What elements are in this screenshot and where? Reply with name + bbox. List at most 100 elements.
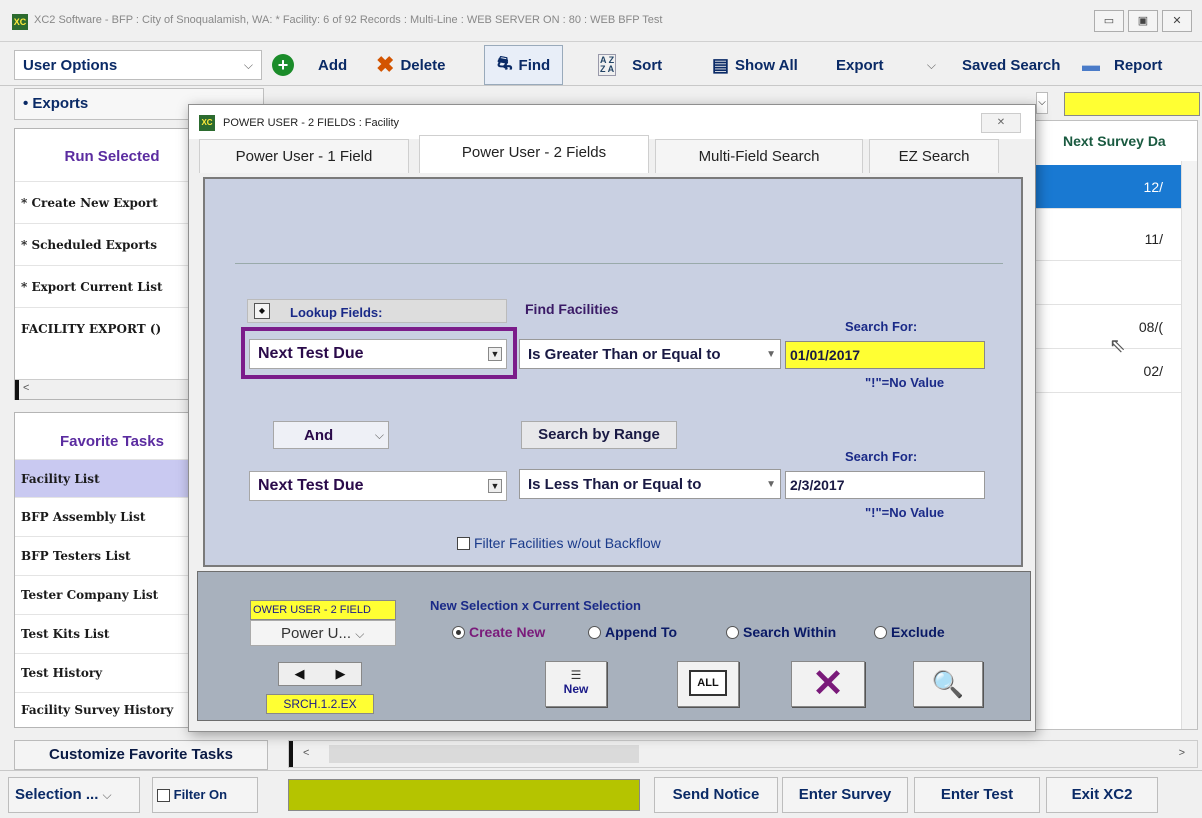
chevron-down-icon: ⌵ [102,788,112,802]
operator2-select[interactable]: Is Less Than or Equal to ▼ [519,469,781,499]
grid-cell[interactable] [1031,261,1181,305]
scroll-right-icon[interactable]: > [1179,747,1185,759]
favorite-item[interactable]: Test Kits List [15,614,209,653]
export-select[interactable]: Export ⌵ [828,50,944,80]
run-selected-button[interactable]: Run Selected [15,129,209,181]
radio-exclude[interactable]: Exclude [874,624,945,640]
horizontal-scrollbar[interactable]: < > [288,740,1198,768]
report-label: Report [1114,56,1163,74]
prev-arrow-icon[interactable]: ◀ [295,666,305,682]
export-item[interactable]: * Create New Export [15,181,209,223]
favorite-item[interactable]: Facility Survey History [15,692,209,727]
scroll-left-icon[interactable]: < [303,747,309,759]
chevron-down-icon[interactable]: ⌵ [1036,92,1048,114]
send-notice-button[interactable]: Send Notice [654,777,778,813]
show-all-button[interactable]: ▤ Show All [712,44,798,86]
tab-power-user-2[interactable]: Power User - 2 Fields [419,135,649,173]
show-all-search-button[interactable]: ALL [677,661,739,707]
tab-multi-field[interactable]: Multi-Field Search [655,139,863,173]
power-user-dialog: POWER USER - 2 FIELDS : Facility XC ✕ Po… [188,104,1036,732]
grid-cell[interactable]: 08/( [1031,305,1181,349]
radio-icon [874,625,887,639]
checkbox-icon [457,536,470,550]
field1-select[interactable]: Next Test Due ▼ [249,339,507,369]
horizontal-scrollbar[interactable]: < [15,379,209,400]
sort-az-icon: A ZZ A [598,54,617,76]
saved-search-button[interactable]: Saved Search [962,44,1060,86]
maximize-button[interactable]: ▣ [1128,10,1158,32]
radio-search-within-label: Search Within [743,624,837,640]
enter-survey-button[interactable]: Enter Survey [782,777,908,813]
lookup-fields-bar: ◆ Lookup Fields: [247,299,507,323]
minimize-button[interactable]: ▭ [1094,10,1124,32]
vertical-scrollbar[interactable] [1181,161,1197,729]
conjunction-select[interactable]: And ⌵ [273,421,389,449]
field2-select[interactable]: Next Test Due ▼ [249,471,507,501]
quick-search-input[interactable] [1064,92,1200,116]
sort-label: Sort [632,56,663,74]
cancel-button[interactable]: ✕ [791,661,865,707]
user-options-select[interactable]: User Options ⌵ [14,50,262,80]
toggle-icon[interactable]: ◆ [254,303,270,319]
exports-panel: Run Selected * Create New Export * Sched… [14,128,210,400]
radio-create-new[interactable]: Create New [452,624,545,640]
favorite-tasks-panel: Favorite Tasks Facility List BFP Assembl… [14,412,210,728]
add-button[interactable]: + Add [272,44,347,86]
divider [235,263,1003,264]
radio-search-within[interactable]: Search Within [726,624,836,640]
favorite-item[interactable]: BFP Assembly List [15,497,209,536]
close-icon[interactable]: ✕ [981,113,1021,133]
enter-test-button[interactable]: Enter Test [914,777,1040,813]
tab-power-user-1[interactable]: Power User - 1 Field [199,139,409,173]
grid-cell[interactable]: 12/ [1031,165,1181,209]
radio-icon [588,625,601,639]
export-item[interactable]: * Scheduled Exports [15,223,209,265]
search-value2-input[interactable]: 2/3/2017 [785,471,985,499]
selection-panel: OWER USER - 2 FIELD Power U... ⌵ ◀ ▶ SRCH… [197,571,1031,721]
tab-ez-search[interactable]: EZ Search [869,139,999,173]
find-button[interactable]: ⛐ Find [484,45,564,85]
export-item[interactable]: * Export Current List [15,265,209,307]
window-title: XC2 Software - BFP : City of Snoqualamis… [34,14,663,26]
search-button[interactable]: 🔍 [913,661,983,707]
new-search-button[interactable]: ☰ New [545,661,607,707]
favorite-item[interactable]: Facility List [15,459,209,497]
exit-button[interactable]: Exit XC2 [1046,777,1158,813]
favorite-item[interactable]: Test History [15,653,209,692]
favorite-item[interactable]: Tester Company List [15,575,209,614]
operator1-select[interactable]: Is Greater Than or Equal to ▼ [519,339,781,369]
column-header[interactable]: Next Survey Da [1031,121,1197,161]
add-label: Add [318,56,348,74]
selection-label: Selection ... [15,786,99,803]
report-button[interactable]: ▬ Report [1082,44,1162,86]
scroll-thumb[interactable] [329,745,639,763]
selection-select[interactable]: Selection ... ⌵ [8,777,140,813]
search-by-range-button[interactable]: Search by Range [521,421,677,449]
filter-on-checkbox[interactable]: Filter On [152,777,258,813]
favorite-item[interactable]: BFP Testers List [15,536,209,575]
binoculars-icon: ⛐ [497,53,513,73]
no-value-hint: "!"=No Value [865,375,945,390]
customize-favorites-button[interactable]: Customize Favorite Tasks [14,740,268,770]
all-label: ALL [689,670,727,696]
close-window-button[interactable]: ✕ [1162,10,1192,32]
delete-button[interactable]: ✖ Delete [376,44,445,86]
scroll-left-icon[interactable]: < [23,382,29,394]
grid-cell[interactable]: 02/ [1031,349,1181,393]
mode-select[interactable]: Power U... ⌵ [250,620,396,646]
search-value1-input[interactable]: 01/01/2017 [785,341,985,369]
find-facilities-label: Find Facilities [525,301,619,317]
stack-icon: ▤ [712,54,730,75]
export-item[interactable]: FACILITY EXPORT () [15,307,209,349]
radio-append-label: Append To [605,624,678,640]
grid-cell[interactable]: 11/ [1031,217,1181,261]
x-mark-icon: ✖ [376,52,395,77]
radio-append-to[interactable]: Append To [588,624,677,640]
radio-icon [726,625,739,639]
status-field [288,779,640,811]
sort-button[interactable]: A ZZ A Sort [598,44,662,86]
next-arrow-icon[interactable]: ▶ [336,666,346,682]
mode-label: OWER USER - 2 FIELD [250,600,396,620]
filter-backflow-checkbox[interactable]: Filter Facilities w/out Backflow [457,535,661,551]
conjunction-value: And [304,426,334,444]
